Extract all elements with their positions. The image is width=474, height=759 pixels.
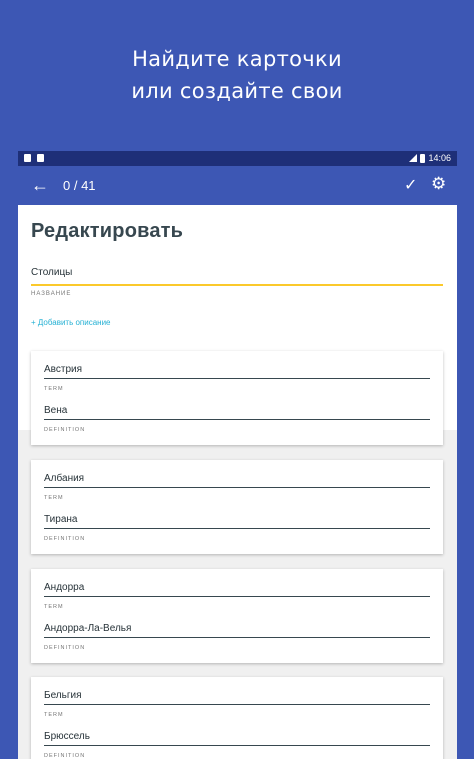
definition-field[interactable]: Андорра-Ла-Велья <box>44 623 131 634</box>
term-underline <box>44 378 430 379</box>
add-description-link[interactable]: + Добавить описание <box>31 318 111 327</box>
definition-underline <box>44 745 430 746</box>
definition-field[interactable]: Вена <box>44 405 67 416</box>
term-underline <box>44 487 430 488</box>
term-field[interactable]: Андорра <box>44 582 84 593</box>
term-label: TERM <box>44 495 64 501</box>
card-editor: Албания TERM Ти͏ра͏на DEFINITION <box>31 460 443 554</box>
term-underline <box>44 596 430 597</box>
status-time: 14:06 <box>428 153 451 163</box>
signal-icon <box>409 154 418 162</box>
definition-field[interactable]: Ти͏ра͏на <box>44 514 77 525</box>
definition-label: DEFINITION <box>44 427 86 433</box>
set-name-underline <box>31 284 443 286</box>
card-editor: Бельгия TERM Брюссель DEFINITION <box>31 677 443 759</box>
definition-label: DEFINITION <box>44 753 86 759</box>
term-underline <box>44 704 430 705</box>
card-editor: Австрия TERM Вена DEFINITION <box>31 351 443 445</box>
term-field[interactable]: Бельгия <box>44 690 82 701</box>
gear-icon[interactable]: ⚙ <box>431 174 446 194</box>
battery-icon <box>420 153 426 163</box>
app-bar: ← 0 / 41 ✓ ⚙ <box>18 166 457 205</box>
term-field[interactable]: Австрия <box>44 364 82 375</box>
definition-field[interactable]: Брюссель <box>44 731 90 742</box>
card-counter: 0 / 41 <box>63 178 96 193</box>
page-title: Редактировать <box>31 220 184 242</box>
notification-icon <box>37 154 44 162</box>
back-arrow-icon[interactable]: ← <box>31 175 49 195</box>
set-name-label: НАЗВАНИЕ <box>31 291 72 297</box>
promo-headline-line1: Найдите карточки <box>132 47 342 71</box>
term-label: TERM <box>44 604 64 610</box>
definition-label: DEFINITION <box>44 645 86 651</box>
notification-icon <box>24 154 31 162</box>
card-editor: Андорра TERM Андорра-Ла-Велья DEFINITION <box>31 569 443 663</box>
status-bar: 14:06 <box>18 151 457 166</box>
check-icon[interactable]: ✓ <box>404 175 417 195</box>
definition-label: DEFINITION <box>44 536 86 542</box>
term-field[interactable]: Албания <box>44 473 84 484</box>
term-label: TERM <box>44 712 64 718</box>
definition-underline <box>44 528 430 529</box>
promo-headline-line2: или создайте свои <box>131 79 343 103</box>
set-name-field[interactable]: Столицы <box>31 267 72 278</box>
device-screen: 14:06 ← 0 / 41 ✓ ⚙ Редактировать Столицы… <box>18 151 457 759</box>
term-label: TERM <box>44 386 64 392</box>
definition-underline <box>44 637 430 638</box>
definition-underline <box>44 419 430 420</box>
